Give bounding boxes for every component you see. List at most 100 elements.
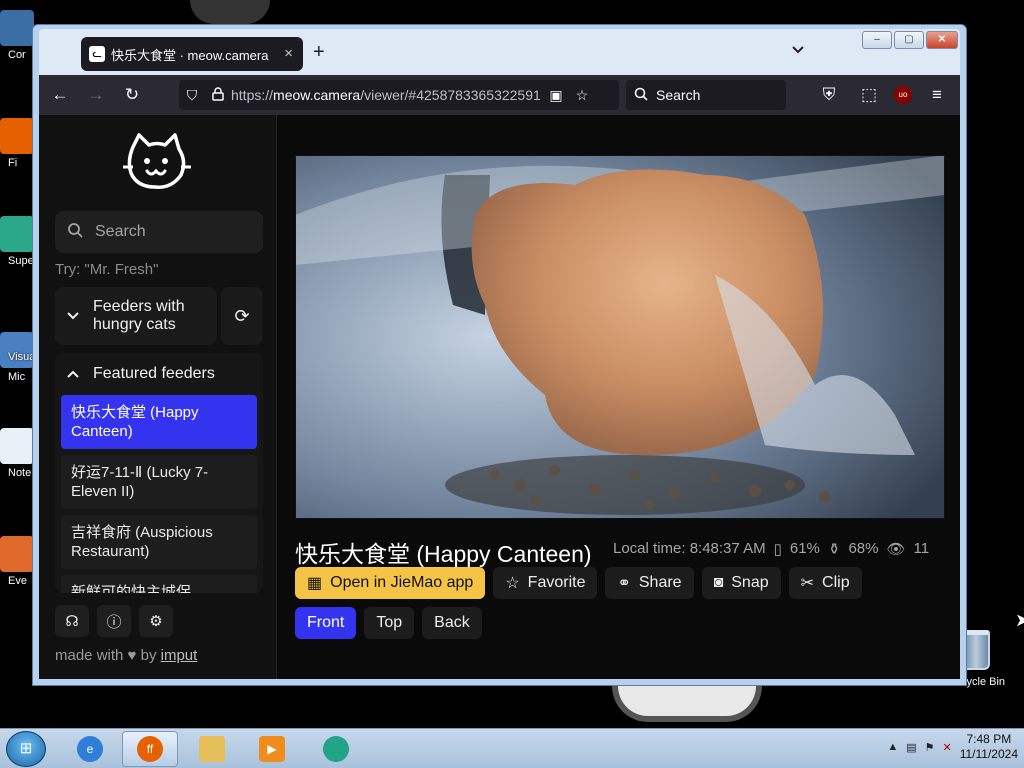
settings-gear-icon[interactable]: ⚙ (139, 605, 173, 637)
bookmark-star-icon[interactable]: ☆ (569, 87, 595, 104)
action-buttons: ▦ Open in JieMao app ☆ Favorite ⚭ Share … (295, 567, 862, 599)
url-path: /viewer/#4258783365322591 (360, 87, 541, 103)
sidebar-footer-buttons: ☊ ⓘ ⚙ (55, 605, 173, 637)
new-tab-button[interactable]: + (313, 41, 325, 64)
volume-muted-icon[interactable]: ✕ (943, 741, 952, 754)
reload-icon[interactable]: ↻ (117, 80, 147, 110)
taskbar-ie[interactable]: e (62, 731, 118, 767)
maximize-button[interactable]: ▢ (894, 31, 924, 49)
web-search-placeholder: Search (656, 87, 701, 103)
ublock-icon[interactable]: uo (894, 86, 912, 104)
feeder-list-item[interactable]: 好运7-11-Ⅱ (Lucky 7-Eleven II) (61, 455, 257, 509)
desktop-icon-label: Note (8, 467, 32, 479)
refresh-icon: ⟳ (234, 305, 250, 326)
system-tray: ▲ ▤ ⚑ ✕ 7:48 PM 11/11/2024 (887, 732, 1018, 762)
sidebar: Search Try: "Mr. Fresh" Feeders with hun… (39, 115, 277, 679)
snap-button[interactable]: ◙ Snap (701, 567, 781, 599)
reader-view-icon[interactable]: ▣ (543, 87, 569, 104)
desktop-icon[interactable]: Supe (0, 216, 34, 267)
hungry-cats-toggle[interactable]: Feeders with hungry cats (55, 287, 217, 345)
view-button-back[interactable]: Back (422, 607, 482, 639)
food-level: 61% (789, 540, 820, 557)
tab-meow-camera[interactable]: ᓚ 快乐大食堂 · meow.camera × (81, 37, 303, 71)
view-button-top[interactable]: Top (364, 607, 415, 639)
view-button-front[interactable]: Front (295, 607, 357, 639)
nav-toolbar: ← → ↻ ⛉ https://meow.camera/viewer/#4258… (39, 75, 960, 115)
action-center-flag-icon[interactable]: ⚑ (925, 741, 935, 754)
mouse-cursor-icon: ➤ (1015, 610, 1024, 630)
clip-button[interactable]: ✂ Clip (788, 567, 862, 599)
back-arrow-icon[interactable]: ← (45, 80, 75, 110)
qr-code-icon: ▦ (307, 575, 323, 592)
share-button[interactable]: ⚭ Share (605, 567, 694, 599)
search-icon (67, 222, 83, 243)
camera-view-switcher: Front Top Back (295, 607, 482, 639)
url-host: meow.camera (273, 87, 361, 103)
open-in-app-button[interactable]: ▦ Open in JieMao app (295, 567, 486, 599)
list-tabs-icon[interactable] (791, 43, 805, 58)
desktop-icon[interactable]: Cor (0, 10, 34, 61)
featured-feeders-toggle[interactable]: Featured feeders (55, 353, 263, 395)
taskbar-media-player[interactable]: ▶ (244, 731, 300, 767)
chevron-up-icon (67, 365, 79, 383)
feed-stats: Local time: 8:48:37 AM ▯ 61% ⚱ 68% 👁 11 (613, 540, 929, 558)
firefox-icon: ff (137, 736, 163, 762)
feeder-list-item[interactable]: 吉祥食府 (Auspicious Restaurant) (61, 515, 257, 569)
taskbar: ⊞ e ff ▶ ▲ ▤ ⚑ ✕ 7:48 PM 11/11/2024 (0, 728, 1024, 768)
taskbar-firefox[interactable]: ff (122, 731, 178, 767)
internet-explorer-icon: e (77, 736, 103, 762)
feeder-list: 快乐大食堂 (Happy Canteen) 好运7-11-Ⅱ (Lucky 7-E… (55, 395, 263, 593)
refresh-button[interactable]: ⟳ (221, 287, 263, 345)
show-hidden-icons-icon[interactable]: ▲ (887, 741, 898, 753)
desktop-shortcut-icon (0, 428, 34, 464)
network-icon[interactable]: ▤ (906, 741, 916, 754)
close-window-button[interactable]: ✕ (926, 31, 958, 49)
taskbar-app[interactable] (308, 731, 364, 767)
url-prefix: https:// (231, 87, 274, 103)
clock[interactable]: 7:48 PM 11/11/2024 (960, 732, 1018, 762)
extensions-icon[interactable]: ⬚ (854, 80, 884, 110)
window-controls: – ▢ ✕ (862, 31, 958, 49)
forward-arrow-icon[interactable]: → (81, 80, 111, 110)
local-time: Local time: 8:48:37 AM (613, 540, 766, 557)
sidebar-search-placeholder: Search (95, 223, 146, 240)
taskbar-explorer[interactable] (184, 731, 240, 767)
desktop-icon[interactable]: Eve (0, 536, 34, 587)
made-with-credit: made with ♥ by imput (55, 647, 197, 664)
link-icon: ⚭ (617, 575, 631, 592)
desktop-icon[interactable]: Note (0, 428, 34, 479)
menu-hamburger-icon[interactable]: ≡ (922, 80, 952, 110)
author-link[interactable]: imput (161, 647, 198, 664)
shield-icon[interactable]: ⛉ (179, 87, 205, 104)
feeder-list-item[interactable]: 快乐大食堂 (Happy Canteen) (61, 395, 257, 449)
web-search-input[interactable]: Search (626, 80, 786, 110)
battery-icon: ⚱ (827, 541, 841, 558)
cat-favicon-icon: ᓚ (89, 46, 105, 62)
favorite-button[interactable]: ☆ Favorite (493, 567, 598, 599)
heart-icon: ♥ (127, 647, 137, 664)
feeder-list-item[interactable]: 新鲜可的快主城保 (61, 575, 257, 593)
desktop-icon[interactable]: Visua (0, 348, 34, 363)
wallpaper-shape (190, 0, 270, 24)
lock-icon[interactable] (205, 86, 231, 104)
clock-date: 11/11/2024 (959, 747, 1018, 761)
folder-icon (199, 736, 225, 762)
info-icon[interactable]: ⓘ (97, 605, 131, 637)
url-bar[interactable]: ⛉ https://meow.camera/viewer/#4258783365… (179, 80, 619, 110)
clock-time: 7:48 PM (966, 732, 1012, 746)
start-button[interactable]: ⊞ (6, 731, 46, 767)
featured-feeders-panel: Featured feeders 快乐大食堂 (Happy Canteen) 好运… (55, 353, 263, 593)
made-with-prefix: made with (55, 647, 124, 664)
desktop-shortcut-icon (0, 216, 34, 252)
desktop-icon-label: Mic (8, 371, 26, 383)
minimize-button[interactable]: – (862, 31, 892, 49)
made-with-by: by (140, 647, 157, 664)
tab-strip: ᓚ 快乐大食堂 · meow.camera × + – ▢ ✕ (39, 29, 960, 75)
tab-close-icon[interactable]: × (284, 45, 293, 62)
url-text[interactable]: https://meow.camera/viewer/#425878336532… (231, 87, 543, 103)
discord-icon[interactable]: ☊ (55, 605, 89, 637)
pocket-icon[interactable]: ⛨ (814, 80, 844, 110)
camera-video-feed[interactable] (295, 155, 945, 519)
desktop-icon[interactable]: Fi (0, 118, 34, 169)
sidebar-search-input[interactable]: Search (55, 211, 263, 253)
